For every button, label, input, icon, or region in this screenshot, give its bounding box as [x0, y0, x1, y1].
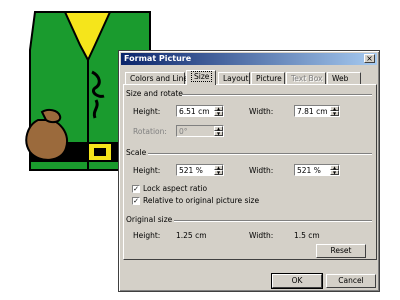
size-height-spinner[interactable]: 6.51 cm ▲ ▼	[176, 105, 224, 117]
rotation-value: 0°	[179, 127, 188, 136]
tab-colors-and-lines[interactable]: Colors and Lines	[125, 72, 192, 84]
spin-down-icon[interactable]: ▼	[214, 170, 223, 175]
dialog-title: Format Picture	[124, 54, 192, 63]
size-height-value: 6.51 cm	[179, 107, 210, 116]
tab-text-box: Text Box	[286, 72, 326, 84]
separator	[182, 94, 372, 96]
original-height-value: 1.25 cm	[176, 231, 207, 240]
tab-strip: Colors and Lines Size Layout Picture Tex…	[123, 70, 377, 85]
format-picture-dialog: Format Picture × Colors and Lines Size L…	[118, 50, 380, 292]
tab-picture[interactable]: Picture	[251, 72, 285, 84]
size-tab-panel: Size and rotate Height: 6.51 cm ▲ ▼ Width…	[123, 84, 377, 260]
checkmark-icon[interactable]: ✓	[132, 196, 140, 205]
reset-button[interactable]: Reset	[316, 244, 366, 258]
spin-down-icon[interactable]: ▼	[330, 170, 339, 175]
original-width-value: 1.5 cm	[294, 231, 320, 240]
cancel-button[interactable]: Cancel	[326, 274, 376, 288]
original-width-label: Width:	[249, 231, 274, 240]
scale-width-value: 521 %	[297, 166, 321, 175]
ok-button[interactable]: OK	[271, 273, 323, 289]
spin-down-icon: ▼	[214, 131, 223, 136]
checkmark-icon[interactable]: ✓	[132, 184, 140, 193]
relative-original-size-label: Relative to original picture size	[143, 196, 260, 205]
tab-size[interactable]: Size	[186, 70, 216, 85]
size-width-label: Width:	[249, 107, 274, 116]
rotation-spinner: 0° ▲ ▼	[176, 125, 224, 137]
separator	[148, 153, 372, 155]
scale-width-label: Width:	[249, 166, 274, 175]
lock-aspect-ratio-label: Lock aspect ratio	[143, 184, 208, 193]
tab-web[interactable]: Web	[327, 72, 361, 84]
scale-heading: Scale	[126, 148, 147, 157]
separator	[174, 220, 372, 222]
scale-height-label: Height:	[133, 166, 161, 175]
dialog-titlebar[interactable]: Format Picture ×	[121, 53, 377, 65]
size-width-value: 7.81 cm	[297, 107, 328, 116]
scale-width-spinner[interactable]: 521 % ▲ ▼	[294, 164, 340, 176]
original-height-label: Height:	[133, 231, 161, 240]
scale-height-value: 521 %	[179, 166, 203, 175]
tab-layout[interactable]: Layout	[218, 72, 250, 84]
lock-aspect-ratio-checkbox[interactable]: ✓ Lock aspect ratio	[132, 184, 207, 193]
spin-down-icon[interactable]: ▼	[214, 111, 223, 116]
rotation-label: Rotation:	[133, 127, 167, 136]
relative-original-size-checkbox[interactable]: ✓ Relative to original picture size	[132, 196, 259, 205]
spin-down-icon[interactable]: ▼	[330, 111, 339, 116]
size-height-label: Height:	[133, 107, 161, 116]
pouch-bag	[25, 119, 68, 161]
size-rotate-heading: Size and rotate	[126, 89, 183, 98]
close-icon[interactable]: ×	[364, 54, 375, 63]
original-size-heading: Original size	[126, 215, 173, 224]
scale-height-spinner[interactable]: 521 % ▲ ▼	[176, 164, 224, 176]
size-width-spinner[interactable]: 7.81 cm ▲ ▼	[294, 105, 340, 117]
